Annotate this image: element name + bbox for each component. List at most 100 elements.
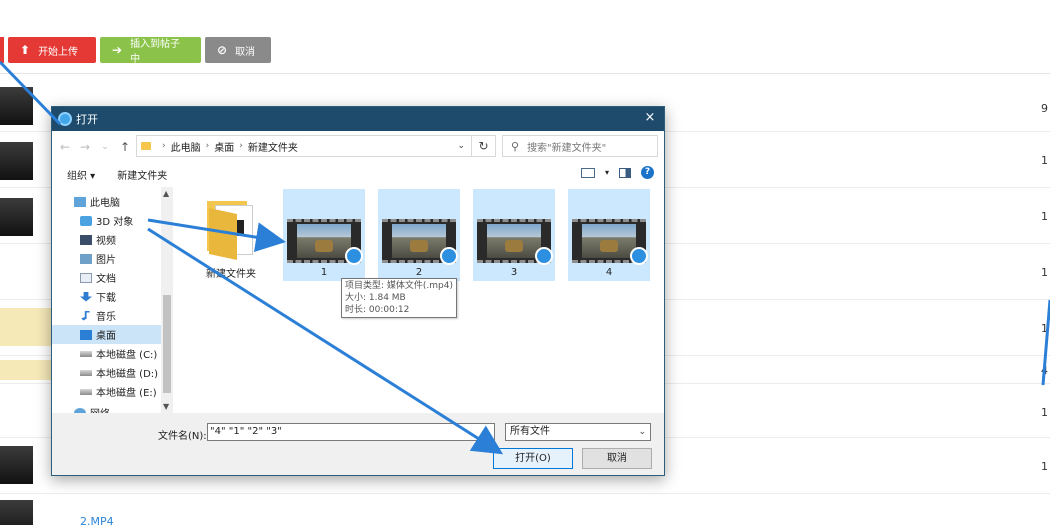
nav-item-downloads[interactable]: 下载 [80, 287, 173, 306]
file-open-dialog: 打开 × ← → ⌄ ↑ › 此电脑 › 桌面 › 新建文件夹 ⌄ ↻ ⚲ 搜索… [51, 106, 665, 476]
new-folder-button[interactable]: 新建文件夹 [117, 167, 167, 182]
close-icon[interactable]: × [642, 110, 658, 125]
view-mode-icon[interactable] [580, 167, 595, 178]
folder-item[interactable]: 新建文件夹 [201, 187, 261, 280]
nav-item-pictures[interactable]: 图片 [80, 249, 173, 268]
page-root: ⬆ 开始上传 ➔ 插入到帖子中 ⊘ 取消 9 1 1 1 1 4 1 1 2.M… [0, 0, 1050, 525]
nav-item-disk-e[interactable]: 本地磁盘 (E:) [80, 382, 173, 401]
nav-item-label: 本地磁盘 (D:) [96, 369, 159, 380]
dialog-title: 打开 [76, 113, 98, 126]
media-player-icon [535, 247, 553, 265]
filetype-select[interactable]: 所有文件 ⌄ [505, 423, 651, 441]
row-count: 1 [1041, 210, 1048, 223]
desktop-icon [80, 329, 92, 340]
disk-icon [80, 369, 92, 376]
cube-icon [80, 215, 92, 226]
nav-item-this-pc[interactable]: 此电脑 [74, 192, 173, 211]
cancel-button[interactable]: 取消 [582, 448, 652, 469]
media-player-icon [440, 247, 458, 265]
media-player-icon [345, 247, 363, 265]
breadcrumb-desktop[interactable]: 桌面 [214, 139, 234, 154]
list-item[interactable]: 2.MP4 [0, 494, 1050, 525]
upload-icon: ⬆ [20, 43, 31, 57]
open-button[interactable]: 打开(O) [493, 448, 573, 469]
insert-into-post-label: 插入到帖子中 [130, 39, 181, 65]
nav-item-disk-d[interactable]: 本地磁盘 (D:) [80, 363, 173, 382]
media-player-icon [630, 247, 648, 265]
file-item[interactable]: 2 [378, 189, 460, 281]
breadcrumb-separator-icon: › [239, 141, 243, 151]
video-thumbnail [0, 142, 33, 180]
scroll-up-icon[interactable]: ▲ [163, 189, 169, 198]
nav-item-label: 文档 [96, 274, 116, 285]
breadcrumb-separator-icon: › [162, 141, 166, 151]
tooltip-size: 大小: 1.84 MB [345, 293, 406, 303]
toolbar-divider [0, 73, 1050, 74]
nav-item-3d-objects[interactable]: 3D 对象 [80, 211, 173, 230]
back-arrow-icon[interactable]: ← [58, 140, 72, 154]
nav-item-documents[interactable]: 文档 [80, 268, 173, 287]
nav-item-label: 本地磁盘 (E:) [96, 388, 157, 399]
chevron-down-icon[interactable]: ⌄ [457, 141, 465, 151]
arrow-circle-icon: ➔ [112, 43, 123, 57]
insert-into-post-button[interactable]: ➔ 插入到帖子中 [100, 37, 201, 65]
row-count: 1 [1041, 406, 1048, 419]
forward-arrow-icon[interactable]: → [78, 140, 92, 154]
nav-item-desktop[interactable]: 桌面 [52, 325, 161, 344]
file-label: 1 [320, 267, 328, 278]
breadcrumb-this-pc[interactable]: 此电脑 [171, 139, 201, 154]
file-item[interactable]: 4 [568, 189, 650, 281]
tooltip-duration: 时长: 00:00:12 [345, 305, 410, 315]
music-icon [81, 310, 90, 321]
computer-icon [74, 196, 86, 207]
file-label: 4 [605, 267, 613, 278]
file-item[interactable]: 1 [283, 189, 365, 281]
filename-input[interactable]: "4" "1" "2" "3" [207, 423, 495, 441]
cancel-upload-button[interactable]: ⊘ 取消 [205, 37, 271, 63]
breadcrumb-new-folder[interactable]: 新建文件夹 [248, 139, 298, 154]
file-item[interactable]: 3 [473, 189, 555, 281]
disk-icon [80, 350, 92, 357]
nav-item-label: 此电脑 [90, 198, 120, 209]
view-dropdown-icon[interactable]: ▾ [605, 168, 609, 177]
file-label: 2 [415, 267, 423, 278]
address-bar[interactable]: › 此电脑 › 桌面 › 新建文件夹 ⌄ [136, 135, 472, 157]
chevron-down-icon[interactable]: ⌄ [481, 425, 489, 435]
toolbar-edge-button[interactable] [0, 37, 4, 63]
preview-pane-icon[interactable] [619, 167, 631, 178]
video-icon [80, 234, 92, 245]
nav-item-videos[interactable]: 视频 [80, 230, 173, 249]
nav-item-label: 视频 [96, 236, 116, 247]
nav-scrollbar[interactable]: ▲ ▼ [161, 187, 173, 413]
recent-chevron-icon[interactable]: ⌄ [98, 142, 112, 152]
document-icon [80, 272, 92, 283]
breadcrumb-separator-icon: › [205, 141, 210, 151]
scrollbar-thumb[interactable] [163, 295, 171, 393]
row-count: 1 [1041, 154, 1048, 167]
scroll-down-icon[interactable]: ▼ [163, 402, 169, 411]
ban-icon: ⊘ [217, 43, 228, 57]
chevron-down-icon: ⌄ [638, 427, 646, 437]
refresh-icon[interactable]: ↻ [472, 135, 496, 157]
search-placeholder: 搜索"新建文件夹" [527, 142, 607, 154]
dialog-footer: 文件名(N): "4" "1" "2" "3" ⌄ 所有文件 ⌄ 打开(O) 取… [52, 413, 664, 475]
row-count: 1 [1041, 322, 1048, 335]
nav-item-disk-c[interactable]: 本地磁盘 (C:) [80, 344, 173, 363]
nav-item-music[interactable]: 音乐 [80, 306, 173, 325]
nav-item-network[interactable]: 网络 [74, 403, 173, 413]
up-arrow-icon[interactable]: ↑ [118, 140, 132, 154]
video-thumbnail [0, 446, 33, 484]
search-input[interactable]: ⚲ 搜索"新建文件夹" [502, 135, 658, 157]
video-thumbnail [0, 198, 33, 236]
folder-flap [209, 208, 237, 260]
folder-label: 新建文件夹 [206, 269, 256, 280]
start-upload-button[interactable]: ⬆ 开始上传 [8, 37, 96, 63]
video-thumbnail [0, 500, 33, 525]
help-icon[interactable]: ? [641, 166, 654, 179]
organize-menu[interactable]: 组织 ▾ [67, 167, 95, 182]
row-count: 1 [1041, 266, 1048, 279]
file-name-link[interactable]: 2.MP4 [80, 515, 114, 525]
dialog-titlebar[interactable]: 打开 × [52, 107, 664, 131]
command-bar: 组织 ▾ 新建文件夹 ▾ ? [52, 163, 664, 185]
row-count: 1 [1041, 460, 1048, 473]
